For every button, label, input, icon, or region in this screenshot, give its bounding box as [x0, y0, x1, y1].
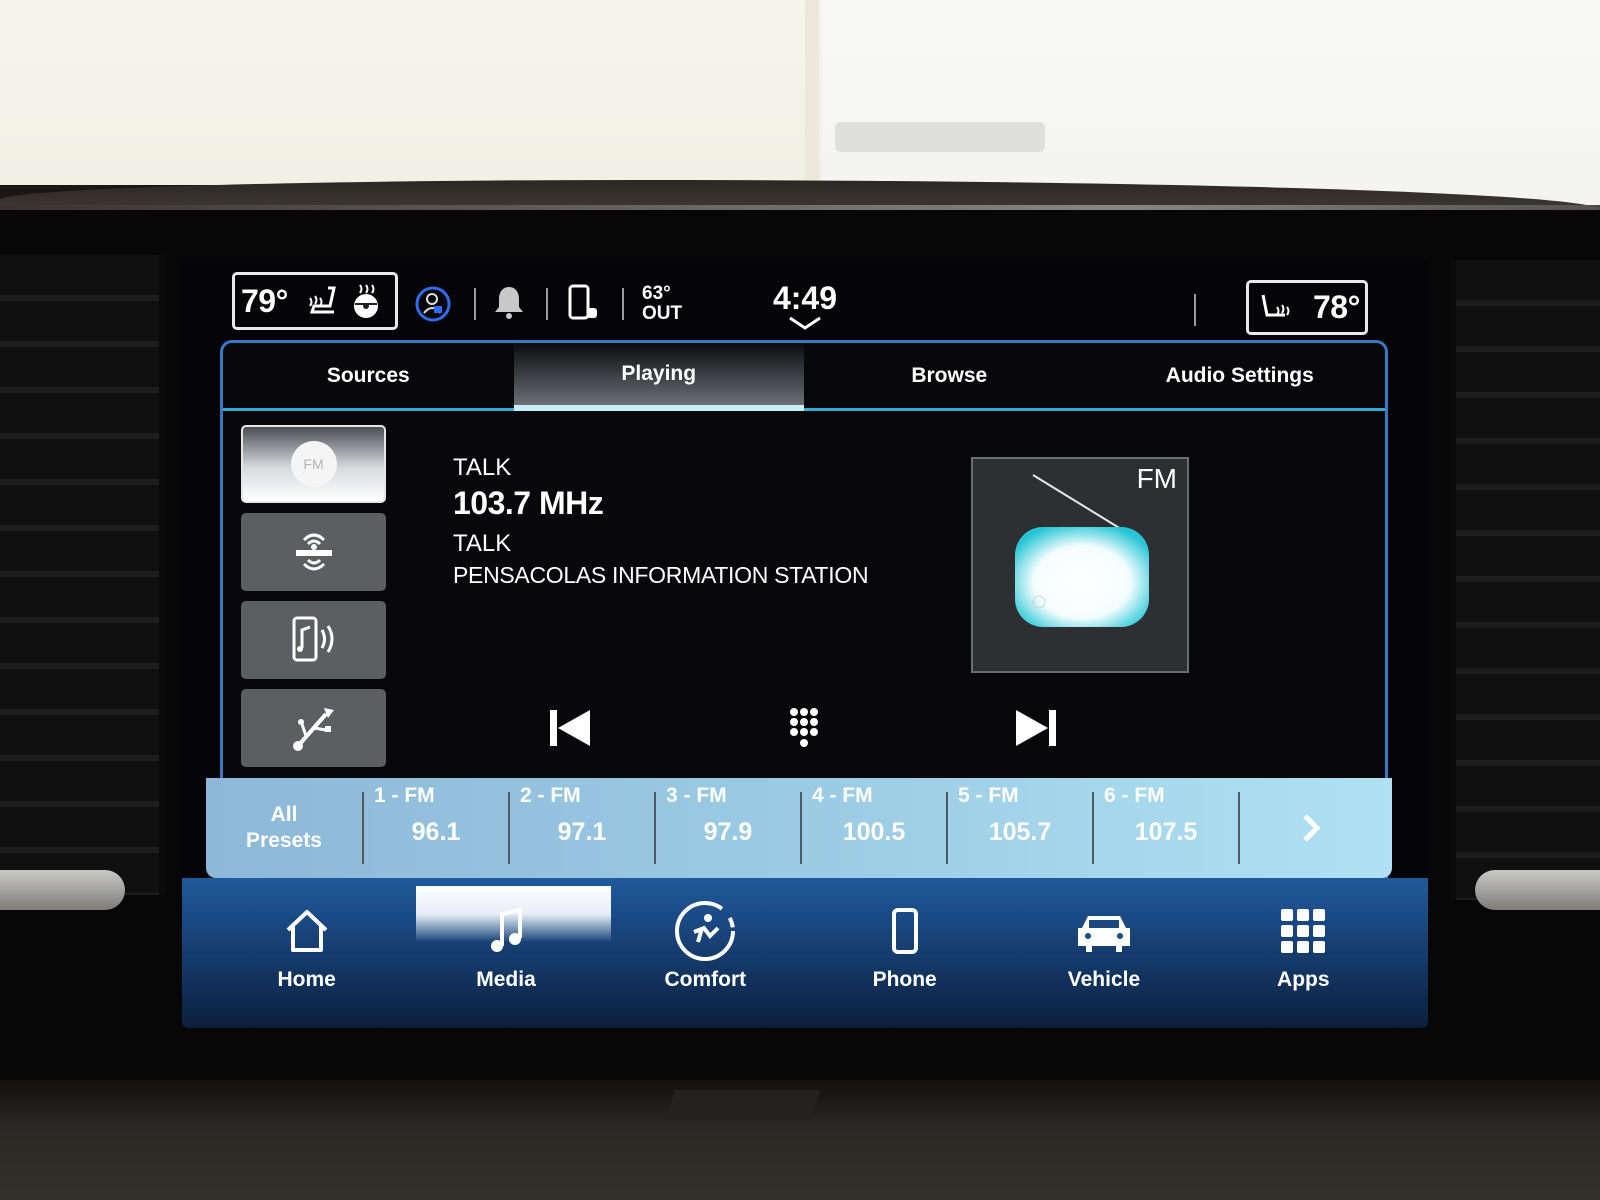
status-divider: [546, 288, 548, 320]
preset-label: 6 - FM: [1104, 784, 1165, 807]
infotainment-screen: 79° 63° OUT 4:49 78° Sources Playing Bro…: [182, 258, 1428, 1028]
car-icon: [1074, 906, 1134, 956]
wall-seam: [805, 0, 819, 185]
dashboard-slot: [665, 1090, 820, 1120]
tab-playing[interactable]: Playing: [513, 343, 804, 411]
nav-vehicle[interactable]: Vehicle: [1004, 878, 1203, 1028]
background-wall-right: [822, 0, 1600, 205]
now-playing-info: TALK 103.7 MHz TALK PENSACOLAS INFORMATI…: [453, 453, 869, 591]
clock-button[interactable]: 4:49: [770, 280, 840, 331]
nav-label: Comfort: [664, 968, 747, 991]
preset-frequency: 105.7: [988, 818, 1052, 846]
preset-frequency: 100.5: [842, 818, 906, 846]
tab-audio-settings[interactable]: Audio Settings: [1095, 343, 1386, 408]
preset-6[interactable]: 6 - FM 107.5: [1092, 784, 1238, 864]
outside-temp-label: OUT: [642, 303, 683, 324]
air-vent-left: [0, 255, 165, 895]
preset-label: 3 - FM: [666, 784, 727, 807]
tab-browse[interactable]: Browse: [804, 343, 1095, 408]
vent-trim-left: [0, 870, 125, 910]
station-name: PENSACOLAS INFORMATION STATION: [453, 562, 869, 588]
source-siriusxm-button[interactable]: [241, 513, 386, 591]
clock-time: 4:49: [772, 280, 838, 316]
passenger-temperature: 78°: [1313, 289, 1360, 325]
bottom-navigation: Home Media Comfort Phone Vehicle Apps: [182, 878, 1428, 1028]
satellite-radio-icon: [295, 533, 332, 571]
nav-label: Vehicle: [1067, 968, 1141, 991]
driver-temperature: 79°: [241, 282, 288, 319]
heated-steering-wheel-icon[interactable]: [350, 283, 382, 319]
comfort-seat-icon: [672, 901, 738, 961]
preset-frequency: 96.1: [411, 818, 461, 846]
source-bluetooth-audio-button[interactable]: [241, 601, 386, 679]
driver-profile-icon[interactable]: [414, 285, 452, 323]
passenger-heated-seat-icon[interactable]: [1259, 291, 1295, 325]
passenger-climate-button[interactable]: 78°: [1246, 280, 1368, 335]
nav-comfort[interactable]: Comfort: [606, 878, 805, 1028]
media-tabs: Sources Playing Browse Audio Settings: [223, 343, 1385, 411]
all-presets-label: All: [270, 803, 298, 826]
notification-bell-icon[interactable]: [492, 284, 526, 322]
preset-1[interactable]: 1 - FM 96.1: [362, 784, 508, 864]
preset-label: 1 - FM: [374, 784, 435, 807]
station-genre: TALK: [453, 454, 512, 481]
fm-radio-icon: FM: [290, 441, 337, 487]
seek-next-button[interactable]: [1011, 703, 1061, 753]
phone-connected-icon[interactable]: [567, 284, 601, 322]
chevron-right-icon: [1303, 814, 1321, 842]
background-wall: [0, 0, 822, 185]
vent-trim-right: [1475, 870, 1600, 910]
phone-audio-icon: [292, 616, 333, 662]
direct-tune-keypad-button[interactable]: [779, 703, 829, 753]
preset-label: 2 - FM: [520, 784, 581, 807]
source-fm-button[interactable]: FM: [241, 425, 386, 503]
presets-bar: All Presets 1 - FM 96.1 2 - FM 97.1 3 - …: [206, 778, 1392, 878]
nav-apps[interactable]: Apps: [1204, 878, 1403, 1028]
nav-label: Phone: [872, 968, 937, 991]
status-divider: [1194, 294, 1196, 326]
preset-label: 4 - FM: [812, 784, 873, 807]
chevron-down-icon[interactable]: [787, 315, 823, 331]
program-type: TALK: [453, 530, 512, 557]
preset-label: 5 - FM: [958, 784, 1019, 807]
music-note-icon: [486, 906, 526, 956]
preset-4[interactable]: 4 - FM 100.5: [800, 784, 946, 864]
air-vent-right: [1450, 260, 1600, 900]
transport-controls: [223, 703, 1385, 753]
nav-phone[interactable]: Phone: [805, 878, 1004, 1028]
nav-label: Apps: [1277, 968, 1330, 991]
status-divider: [622, 288, 624, 320]
preset-frequency: 97.9: [703, 818, 753, 846]
outside-temp-value: 63°: [642, 283, 671, 304]
nav-label: Home: [277, 968, 336, 991]
outside-temperature: 63° OUT: [642, 284, 682, 324]
phone-icon: [890, 906, 920, 956]
preset-2[interactable]: 2 - FM 97.1: [508, 784, 654, 864]
radio-icon: [1015, 474, 1149, 627]
album-art: FM: [971, 457, 1189, 673]
presets-next-button[interactable]: [1238, 792, 1384, 864]
nav-home[interactable]: Home: [207, 878, 406, 1028]
preset-frequency: 97.1: [557, 818, 607, 846]
preset-frequency: 107.5: [1134, 818, 1198, 846]
skip-previous-icon: [550, 710, 590, 746]
wall-bracket: [835, 122, 1045, 152]
keypad-icon: [790, 708, 818, 747]
home-icon: [282, 906, 332, 956]
status-divider: [474, 288, 476, 320]
preset-3[interactable]: 3 - FM 97.9: [654, 784, 800, 864]
all-presets-button[interactable]: All Presets: [206, 778, 362, 878]
tab-sources[interactable]: Sources: [223, 343, 514, 408]
seek-previous-button[interactable]: [545, 703, 595, 753]
station-frequency: 103.7 MHz: [453, 485, 604, 521]
driver-climate-button[interactable]: 79°: [232, 272, 398, 330]
all-presets-label-2: Presets: [246, 829, 322, 852]
heated-seat-icon[interactable]: [304, 284, 344, 318]
nav-media[interactable]: Media: [406, 878, 611, 1028]
skip-next-icon: [1016, 710, 1056, 746]
preset-5[interactable]: 5 - FM 105.7: [946, 784, 1092, 864]
nav-label: Media: [476, 968, 536, 991]
status-bar: 79° 63° OUT 4:49 78°: [182, 258, 1428, 344]
apps-grid-icon: [1279, 906, 1327, 956]
